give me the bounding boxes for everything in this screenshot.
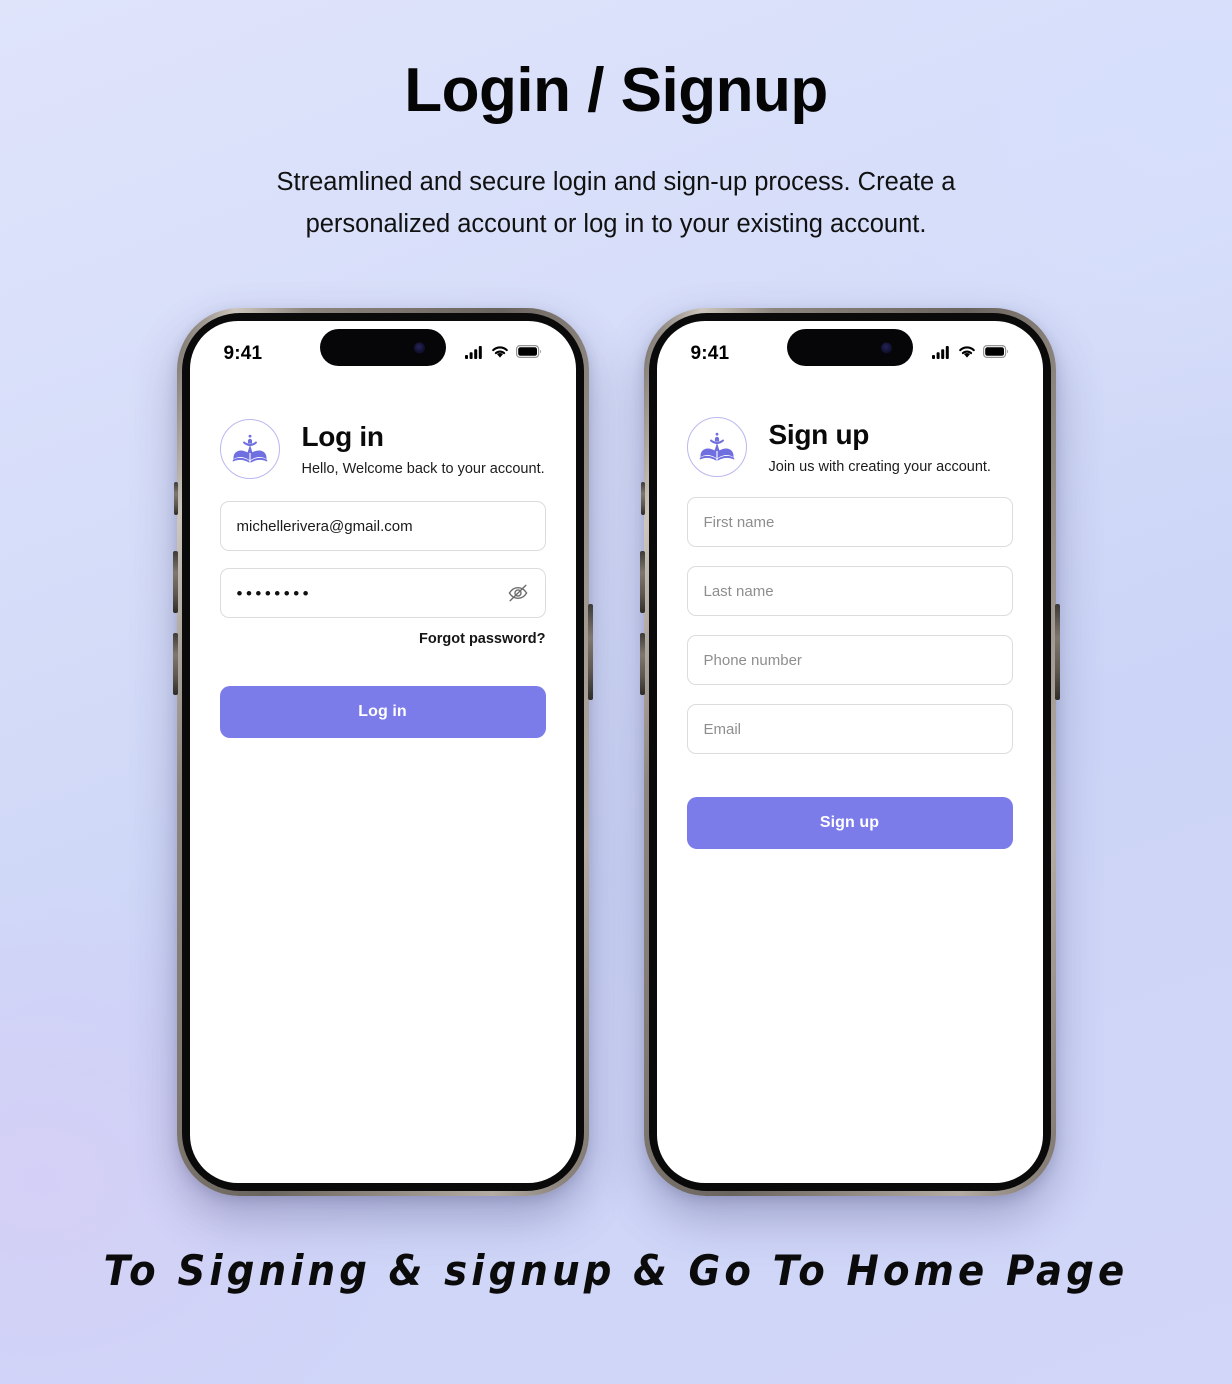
- email-placeholder: Email: [703, 720, 742, 738]
- signup-brand-row: Sign up Join us with creating your accou…: [686, 417, 1013, 477]
- volume-down-button[interactable]: [172, 633, 178, 695]
- battery-icon: [982, 345, 1009, 363]
- signal-bars-icon: [931, 345, 951, 364]
- password-field-value: ••••••••: [236, 583, 313, 603]
- phone-number-field[interactable]: Phone number: [686, 635, 1013, 685]
- book-person-logo-icon: [219, 419, 280, 479]
- email-field-value: michellerivera@gmail.com: [236, 517, 413, 535]
- login-form: michellerivera@gmail.com •••••••• Forgot…: [219, 501, 546, 738]
- power-button[interactable]: [587, 604, 593, 700]
- login-screen: 9:41 Log in Hello, Welcome back to your …: [189, 321, 576, 1183]
- page-title: Login / Signup: [404, 56, 828, 125]
- login-title: Log in: [301, 421, 384, 453]
- signup-title: Sign up: [768, 419, 870, 451]
- volume-down-button[interactable]: [639, 633, 645, 695]
- status-bar: 9:41: [190, 321, 576, 381]
- silence-switch[interactable]: [173, 482, 178, 515]
- page-subtitle: Streamlined and secure login and sign-up…: [276, 167, 956, 239]
- eye-off-icon[interactable]: [505, 580, 531, 606]
- wifi-icon: [958, 345, 976, 364]
- front-camera-icon: [880, 342, 892, 353]
- signup-subtitle: Join us with creating your account.: [768, 458, 991, 475]
- wifi-icon: [491, 345, 509, 364]
- phone-number-placeholder: Phone number: [703, 651, 802, 669]
- dynamic-island: [319, 329, 446, 366]
- status-bar-indicators: [931, 339, 1009, 364]
- email-field[interactable]: Email: [686, 704, 1013, 754]
- last-name-field[interactable]: Last name: [686, 566, 1013, 616]
- phone-mockup-login: 9:41 Log in Hello, Welcome back to your …: [172, 308, 593, 1196]
- status-bar-indicators: [464, 339, 542, 364]
- signup-app-content: Sign up Join us with creating your accou…: [657, 417, 1043, 1183]
- battery-icon: [515, 345, 542, 363]
- status-bar: 9:41: [657, 321, 1043, 381]
- front-camera-icon: [413, 342, 425, 353]
- email-field[interactable]: michellerivera@gmail.com: [219, 501, 546, 551]
- phone-mockup-signup: 9:41 Sign up Join us with creating your …: [639, 308, 1060, 1196]
- forgot-password-link[interactable]: Forgot password?: [419, 631, 545, 647]
- status-bar-clock: 9:41: [690, 343, 730, 364]
- volume-up-button[interactable]: [172, 551, 178, 613]
- login-heading-block: Log in Hello, Welcome back to your accou…: [302, 421, 545, 476]
- book-person-logo-icon: [686, 417, 747, 477]
- password-field[interactable]: ••••••••: [219, 568, 546, 618]
- status-bar-clock: 9:41: [223, 343, 263, 364]
- forgot-password-row: Forgot password?: [220, 630, 545, 648]
- power-button[interactable]: [1054, 604, 1060, 700]
- first-name-field[interactable]: First name: [686, 497, 1013, 547]
- last-name-placeholder: Last name: [703, 582, 774, 600]
- login-brand-row: Log in Hello, Welcome back to your accou…: [219, 419, 546, 479]
- signal-bars-icon: [464, 345, 484, 364]
- footer-caption: To Signing & signup & Go To Home Page: [103, 1246, 1129, 1295]
- volume-up-button[interactable]: [639, 551, 645, 613]
- silence-switch[interactable]: [640, 482, 645, 515]
- signup-heading-block: Sign up Join us with creating your accou…: [769, 419, 991, 474]
- signup-screen: 9:41 Sign up Join us with creating your …: [656, 321, 1043, 1183]
- login-app-content: Log in Hello, Welcome back to your accou…: [190, 419, 576, 1183]
- login-submit-button[interactable]: Log in: [219, 686, 546, 738]
- page-header: Login / Signup Streamlined and secure lo…: [0, 0, 1232, 246]
- first-name-placeholder: First name: [703, 513, 775, 531]
- signup-form: First name Last name Phone number Email …: [686, 497, 1013, 849]
- phone-mockups-row: 9:41 Log in Hello, Welcome back to your …: [0, 308, 1232, 1196]
- login-subtitle: Hello, Welcome back to your account.: [301, 460, 545, 477]
- dynamic-island: [786, 329, 913, 366]
- signup-submit-button[interactable]: Sign up: [686, 797, 1013, 849]
